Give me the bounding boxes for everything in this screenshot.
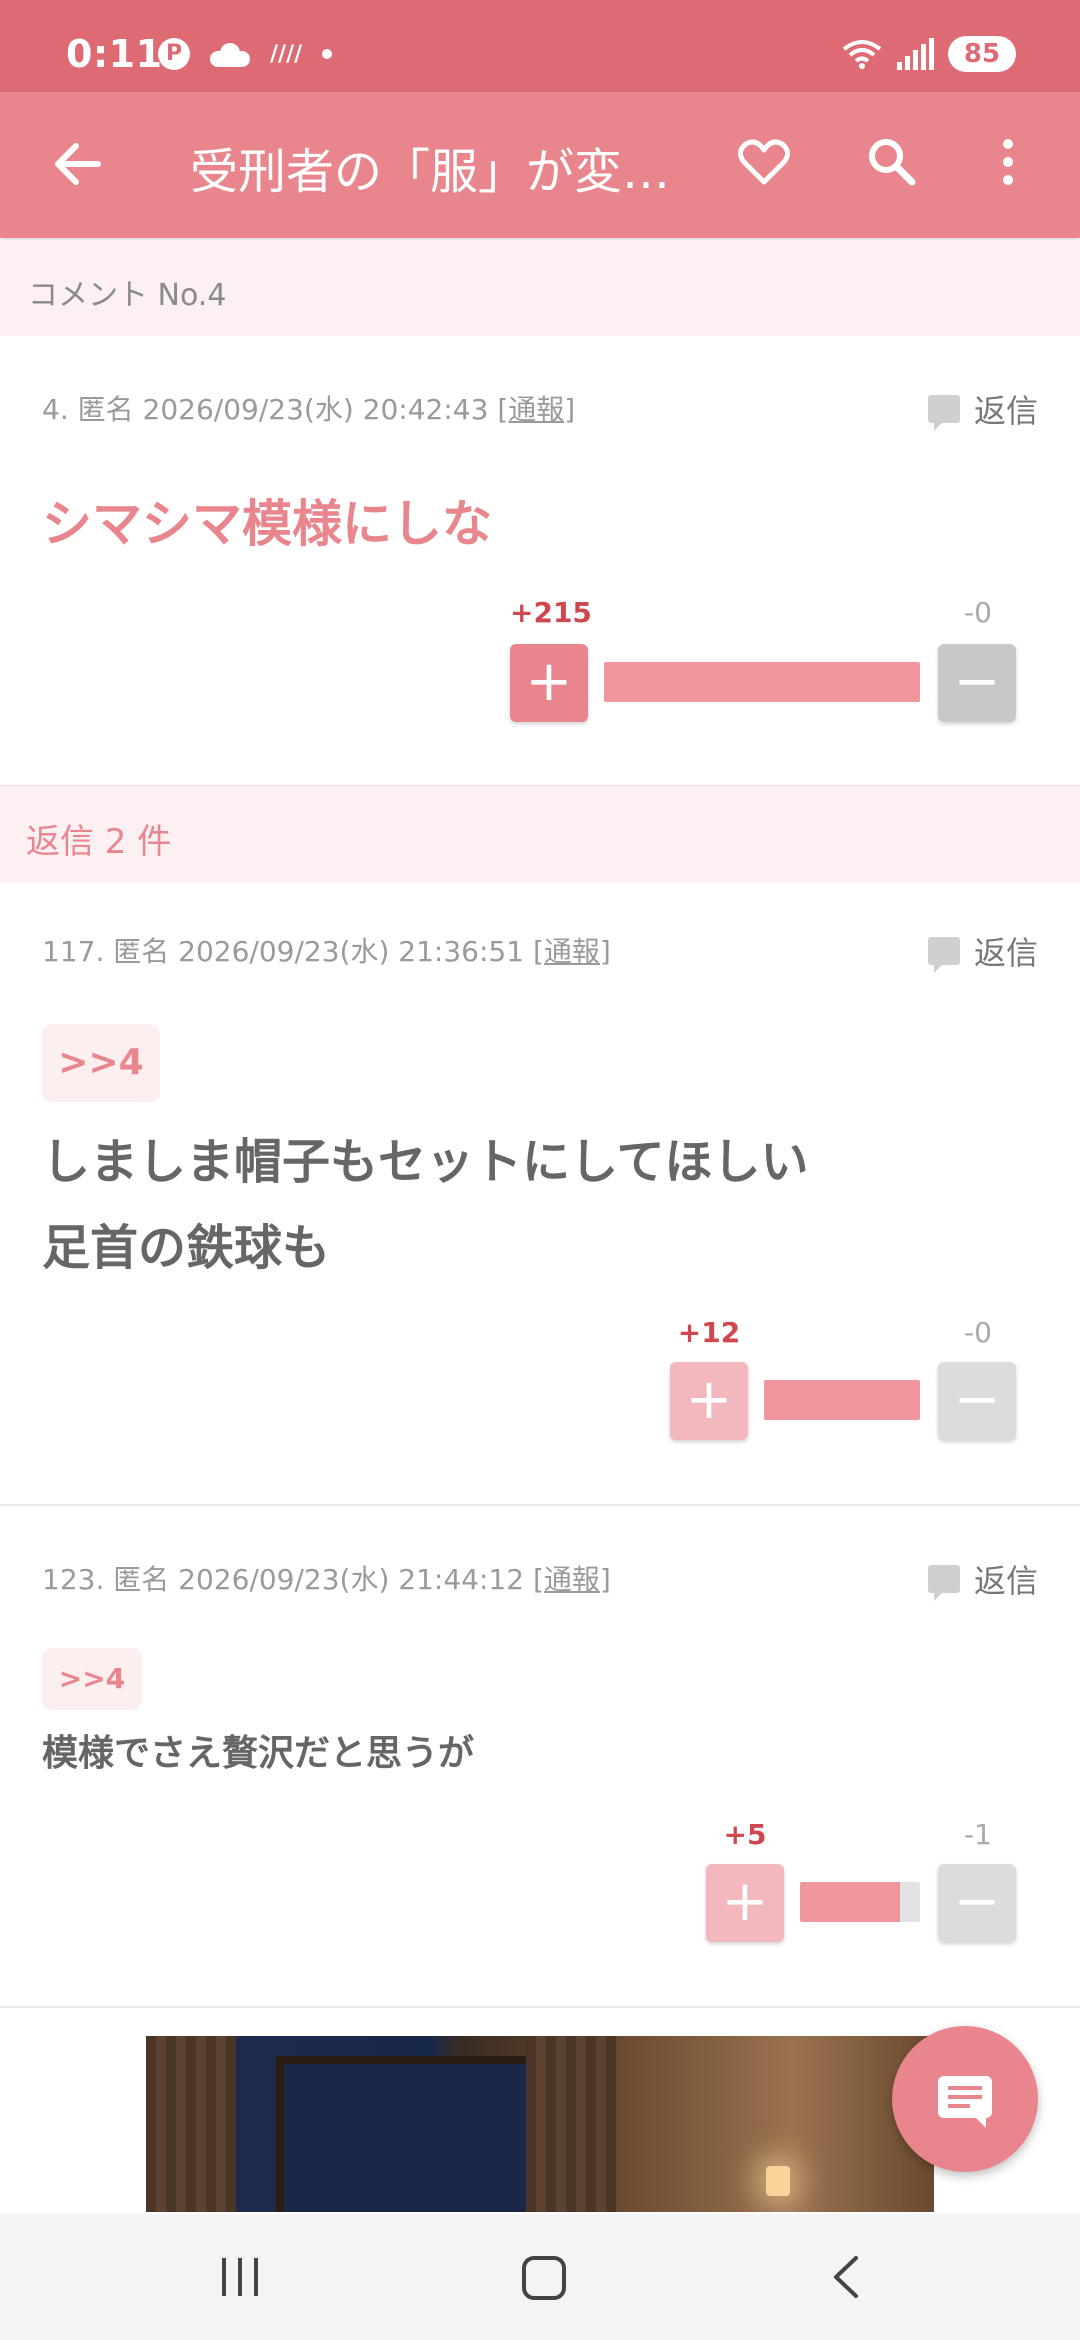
report-link[interactable]: [通報] — [497, 393, 575, 426]
window-in-photo — [276, 2056, 542, 2212]
heart-icon[interactable] — [738, 138, 790, 190]
vote-ratio-fill — [604, 662, 920, 702]
write-comment-fab[interactable] — [892, 2026, 1038, 2172]
reply-button[interactable]: 返信 — [927, 1556, 1038, 1602]
back-arrow-icon[interactable] — [48, 134, 108, 194]
system-nav-bar — [0, 2214, 1080, 2340]
vote-ratio-bar — [764, 1380, 920, 1420]
minus-count: -0 — [964, 596, 992, 629]
vote-ratio-fill — [800, 1882, 900, 1922]
minus-count: -0 — [964, 1316, 992, 1349]
plus-vote-button[interactable]: + — [670, 1362, 748, 1440]
plus-count: +12 — [677, 1316, 741, 1349]
wifi-icon — [841, 39, 883, 69]
battery-icon: 85 — [948, 36, 1016, 72]
ad-image[interactable] — [146, 2036, 934, 2212]
vote-ratio-fill — [764, 1380, 920, 1420]
comment-icon — [927, 1565, 960, 1601]
anchor-link[interactable]: >>4 — [42, 1648, 142, 1710]
plus-vote-button[interactable]: + — [706, 1864, 784, 1942]
minus-vote-button[interactable]: − — [938, 1362, 1016, 1440]
anchor-link[interactable]: >>4 — [42, 1024, 160, 1102]
chat-icon — [938, 2076, 992, 2128]
comment-number-header: コメント No.4 — [0, 240, 1080, 336]
minus-vote-button[interactable]: − — [938, 1864, 1016, 1942]
home-icon[interactable] — [522, 2256, 566, 2300]
vote-ratio-bar — [800, 1882, 920, 1922]
comment-icon — [927, 395, 960, 431]
comment-item: 117. 匿名 2026/09/23(水) 21:36:51 [通報] 返信 >… — [0, 882, 1080, 1506]
pinterest-icon: P — [158, 38, 190, 70]
report-link[interactable]: [通報] — [533, 935, 611, 968]
lamp-in-photo — [766, 2166, 790, 2196]
minus-count: -1 — [964, 1818, 992, 1851]
signal-icon — [897, 38, 934, 70]
plus-vote-button[interactable]: + — [510, 644, 588, 722]
search-icon[interactable] — [866, 136, 918, 192]
status-time: 0:11 — [66, 32, 163, 76]
comment-body-line: しましま帽子もセットにしてほしい — [42, 1134, 809, 1190]
comment-body: シマシマ模様にしな — [42, 495, 492, 553]
vote-ratio-bar — [604, 662, 920, 702]
page-title: 受刑者の「服」が変… — [190, 144, 671, 200]
replies-header: 返信 2 件 — [0, 785, 1080, 882]
status-bar: 0:11 P //// 85 — [0, 0, 1080, 92]
report-link[interactable]: [通報] — [533, 1563, 611, 1596]
reply-button[interactable]: 返信 — [927, 386, 1038, 432]
nav-back-icon[interactable] — [830, 2254, 860, 2304]
comment-icon — [927, 937, 960, 973]
comment-meta: 123. 匿名 2026/09/23(水) 21:44:12 [通報] — [42, 1563, 611, 1596]
comment-item: 123. 匿名 2026/09/23(水) 21:44:12 [通報] 返信 >… — [0, 1506, 1080, 2008]
replies-count-label: 返信 2 件 — [26, 822, 172, 862]
more-vert-icon[interactable] — [1000, 136, 1016, 192]
plus-count: +215 — [510, 596, 592, 629]
plus-count: +5 — [723, 1818, 767, 1851]
comment-meta: 4. 匿名 2026/09/23(水) 20:42:43 [通報] — [42, 393, 576, 426]
minus-vote-button[interactable]: − — [938, 644, 1016, 722]
comment-item: 4. 匿名 2026/09/23(水) 20:42:43 [通報] 返信 シマシ… — [0, 336, 1080, 784]
comment-meta: 117. 匿名 2026/09/23(水) 21:36:51 [通報] — [42, 935, 611, 968]
data-saver-icon: //// — [270, 41, 303, 67]
reply-button[interactable]: 返信 — [927, 928, 1038, 974]
notification-dot-icon — [322, 49, 333, 59]
cloud-icon — [210, 43, 250, 67]
comment-body: 模様でさえ贅沢だと思うが — [42, 1733, 475, 1774]
recents-icon[interactable] — [222, 2258, 258, 2296]
comment-body-line: 足首の鉄球も — [42, 1220, 331, 1276]
app-bar: 受刑者の「服」が変… — [0, 92, 1080, 238]
comment-number-label: コメント No.4 — [28, 278, 227, 313]
